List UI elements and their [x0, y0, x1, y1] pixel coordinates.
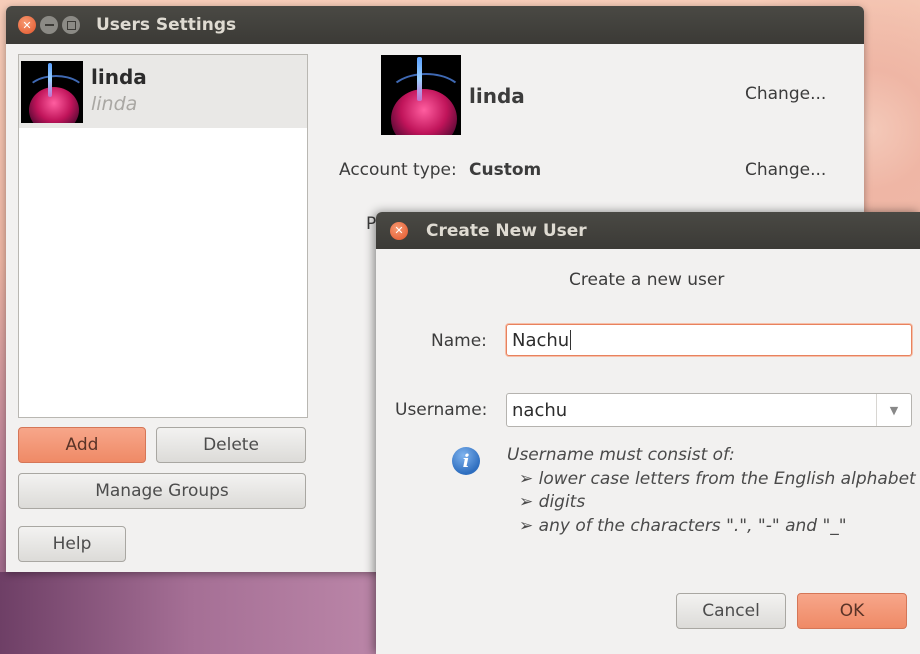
dialog-titlebar[interactable]: ✕ Create New User [376, 212, 920, 249]
change-photo-button[interactable]: Change... [745, 84, 826, 104]
username-combo-value: nachu [512, 399, 568, 421]
hint-item-text: any of the characters ".", "-" and "_" [538, 516, 847, 536]
name-field-value: Nachu [512, 329, 570, 351]
maximize-icon[interactable] [62, 16, 80, 34]
user-list[interactable]: linda linda [18, 54, 308, 418]
hint-item-text: digits [538, 492, 586, 512]
minimize-icon[interactable] [40, 16, 58, 34]
add-button[interactable]: Add [18, 427, 146, 463]
account-type-label: Account type: [339, 160, 457, 180]
name-label: Name: [431, 331, 487, 351]
info-icon: i [452, 447, 480, 475]
desktop-wallpaper [0, 572, 380, 654]
detail-user-name: linda [469, 84, 525, 108]
hint-item: ➢ any of the characters ".", "-" and "_" [519, 516, 847, 536]
dialog-close-icon[interactable]: ✕ [390, 221, 408, 240]
change-account-type-button[interactable]: Change... [745, 160, 826, 180]
close-icon[interactable]: ✕ [18, 16, 36, 34]
hint-item: ➢ lower case letters from the English al… [519, 469, 916, 489]
user-display-name: linda [91, 65, 147, 89]
name-field[interactable]: Nachu [506, 324, 912, 356]
list-item-user[interactable]: linda linda [19, 55, 307, 128]
user-login-name: linda [91, 93, 138, 115]
avatar [21, 61, 83, 123]
delete-button[interactable]: Delete [156, 427, 306, 463]
window-controls: ✕ [18, 16, 84, 34]
help-button[interactable]: Help [18, 526, 126, 562]
password-label-partial: P [366, 214, 377, 234]
window-title: Users Settings [96, 15, 237, 35]
cancel-button[interactable]: Cancel [676, 593, 786, 629]
main-titlebar[interactable]: ✕ Users Settings [6, 6, 864, 44]
user-photo [381, 55, 461, 135]
dialog-heading: Create a new user [569, 270, 725, 290]
ok-button[interactable]: OK [797, 593, 907, 629]
hint-item: ➢ digits [519, 492, 586, 512]
hint-item-text: lower case letters from the English alph… [538, 469, 916, 489]
hint-intro: Username must consist of: [507, 445, 735, 465]
username-label: Username: [395, 400, 488, 420]
chevron-down-icon[interactable]: ▼ [876, 394, 911, 426]
username-combo[interactable]: nachu ▼ [506, 393, 912, 427]
text-caret [570, 330, 572, 350]
account-type-value: Custom [469, 160, 542, 180]
manage-groups-button[interactable]: Manage Groups [18, 473, 306, 509]
dialog-title: Create New User [426, 220, 587, 241]
